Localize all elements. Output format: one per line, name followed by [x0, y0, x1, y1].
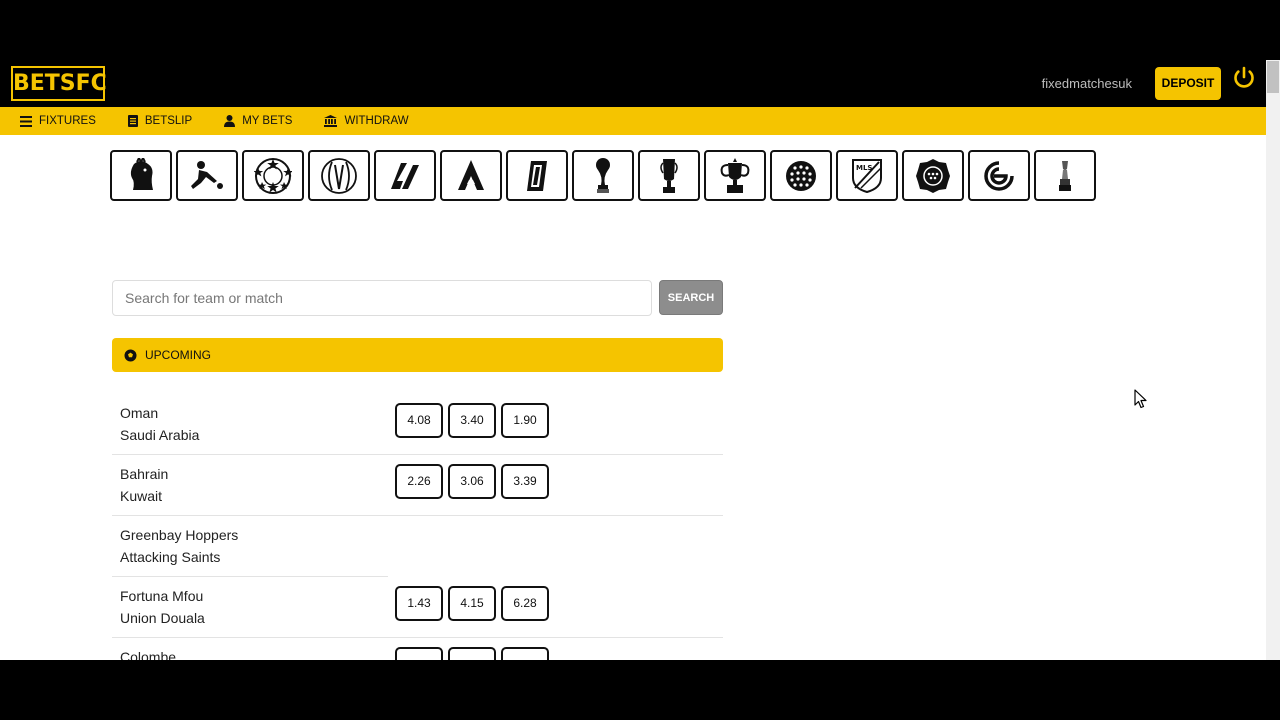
soccer-ball-icon: [124, 349, 137, 361]
league-efl[interactable]: [902, 150, 964, 201]
home-team: Bahrain: [120, 466, 169, 482]
odd-draw-button[interactable]: 3.40: [448, 403, 496, 438]
menu-icon: [20, 115, 32, 127]
nav-item-my-bets[interactable]: MY BETS: [204, 107, 304, 135]
nav-item-label: BETSLIP: [144, 115, 193, 127]
serie-a-icon: [458, 159, 484, 190]
letterbox-bottom: [0, 660, 1280, 720]
away-team: Kuwait: [120, 488, 163, 504]
league-laliga[interactable]: [374, 150, 436, 201]
username-label: fixedmatchesuk: [1041, 76, 1132, 91]
section-title: UPCOMING: [145, 348, 211, 362]
league-conference-league[interactable]: [308, 150, 370, 201]
match-row[interactable]: Colombe: [112, 638, 723, 660]
deposit-button[interactable]: DEPOSIT: [1155, 67, 1221, 100]
search-button[interactable]: SEARCH: [659, 280, 723, 315]
league-euro[interactable]: [638, 150, 700, 201]
bank-icon: [324, 115, 338, 127]
league-bundesliga[interactable]: [176, 150, 238, 201]
mls-icon: MLS: [852, 158, 882, 193]
odds-group: [395, 647, 549, 660]
mouse-cursor-icon: [1134, 389, 1147, 409]
league-ligue-1[interactable]: [506, 150, 568, 201]
league-world-cup[interactable]: [572, 150, 634, 201]
champions-league-icon: [254, 157, 292, 194]
world-cup-icon: [596, 157, 610, 193]
match-teams: Greenbay Hoppers Attacking Saints: [120, 524, 238, 568]
ball-icon: [786, 160, 816, 191]
home-team: Colombe: [120, 649, 177, 660]
league-fa-cup[interactable]: [704, 150, 766, 201]
league-mls[interactable]: MLS: [836, 150, 898, 201]
laliga-icon: [391, 162, 419, 189]
away-team: Union Douala: [120, 610, 205, 626]
home-team: Greenbay Hoppers: [120, 527, 239, 543]
match-teams: Colombe: [120, 646, 176, 660]
odd-home-button[interactable]: 1.43: [395, 586, 443, 621]
nav-item-label: WITHDRAW: [344, 115, 409, 127]
home-team: Oman: [120, 405, 159, 421]
odd-home-button[interactable]: 4.08: [395, 403, 443, 438]
euro-trophy-icon: [660, 158, 678, 193]
league-football[interactable]: [770, 150, 832, 201]
odds-group: 1.43 4.15 6.28: [395, 586, 549, 621]
away-team: Saudi Arabia: [120, 427, 200, 443]
page-scrollbar[interactable]: [1266, 60, 1280, 660]
letterbox-top: [0, 0, 1280, 60]
eredivisie-icon: [984, 160, 1014, 191]
bundesliga-icon: [191, 160, 223, 189]
user-icon: [224, 115, 236, 127]
league-serie-a[interactable]: [440, 150, 502, 201]
odd-away-button[interactable]: 3.39: [501, 464, 549, 499]
league-copa[interactable]: [1034, 150, 1096, 201]
odd-home-button[interactable]: [395, 647, 443, 660]
match-list: Oman Saudi Arabia 4.08 3.40 1.90 Bahrain…: [112, 394, 723, 660]
away-team: Attacking Saints: [120, 549, 221, 565]
main-nav: FIXTURES BETSLIP MY BETS WITHDRAW: [0, 107, 1266, 135]
league-champions-league[interactable]: [242, 150, 304, 201]
efl-icon: [916, 158, 950, 193]
odd-away-button[interactable]: 6.28: [501, 586, 549, 621]
league-premier-league[interactable]: [110, 150, 172, 201]
fa-cup-icon: [720, 157, 750, 193]
brand-logo[interactable]: BETSFC: [11, 66, 107, 101]
odds-group: 4.08 3.40 1.90: [395, 403, 549, 438]
odds-group: 2.26 3.06 3.39: [395, 464, 549, 499]
odd-away-button[interactable]: 1.90: [501, 403, 549, 438]
odd-draw-button[interactable]: [448, 647, 496, 660]
match-teams: Oman Saudi Arabia: [120, 402, 199, 446]
match-row[interactable]: Greenbay Hoppers Attacking Saints: [112, 516, 723, 577]
odd-draw-button[interactable]: 3.06: [448, 464, 496, 499]
copa-trophy-icon: [1059, 160, 1071, 191]
odd-draw-button[interactable]: 4.15: [448, 586, 496, 621]
document-icon: [127, 115, 138, 127]
match-teams: Fortuna Mfou Union Douala: [120, 585, 205, 629]
power-icon[interactable]: [1232, 66, 1256, 90]
odd-away-button[interactable]: [501, 647, 549, 660]
ligue-1-icon: [527, 160, 547, 191]
league-eredivisie[interactable]: [968, 150, 1030, 201]
top-header: BETSFC fixedmatchesuk DEPOSIT: [0, 60, 1266, 107]
home-team: Fortuna Mfou: [120, 588, 204, 604]
browser-viewport: BETSFC fixedmatchesuk DEPOSIT FIXTURES B…: [0, 60, 1280, 660]
search-input[interactable]: [112, 280, 652, 316]
match-row[interactable]: Oman Saudi Arabia 4.08 3.40 1.90: [112, 394, 723, 455]
nav-item-fixtures[interactable]: FIXTURES: [0, 107, 108, 135]
match-row[interactable]: Bahrain Kuwait 2.26 3.06 3.39: [112, 455, 723, 516]
nav-item-label: MY BETS: [242, 115, 293, 127]
match-teams: Bahrain Kuwait: [120, 463, 168, 507]
conference-league-icon: [321, 157, 357, 194]
odd-home-button[interactable]: 2.26: [395, 464, 443, 499]
nav-item-betslip[interactable]: BETSLIP: [108, 107, 204, 135]
premier-league-icon: [130, 157, 153, 190]
svg-text:MLS: MLS: [856, 164, 872, 172]
match-row[interactable]: Fortuna Mfou Union Douala 1.43 4.15 6.28: [112, 577, 723, 638]
nav-item-withdraw[interactable]: WITHDRAW: [304, 107, 420, 135]
nav-item-label: FIXTURES: [39, 115, 96, 127]
league-icon-row: MLS: [110, 150, 1096, 201]
upcoming-section-header: UPCOMING: [112, 338, 723, 372]
scrollbar-thumb[interactable]: [1267, 61, 1279, 93]
